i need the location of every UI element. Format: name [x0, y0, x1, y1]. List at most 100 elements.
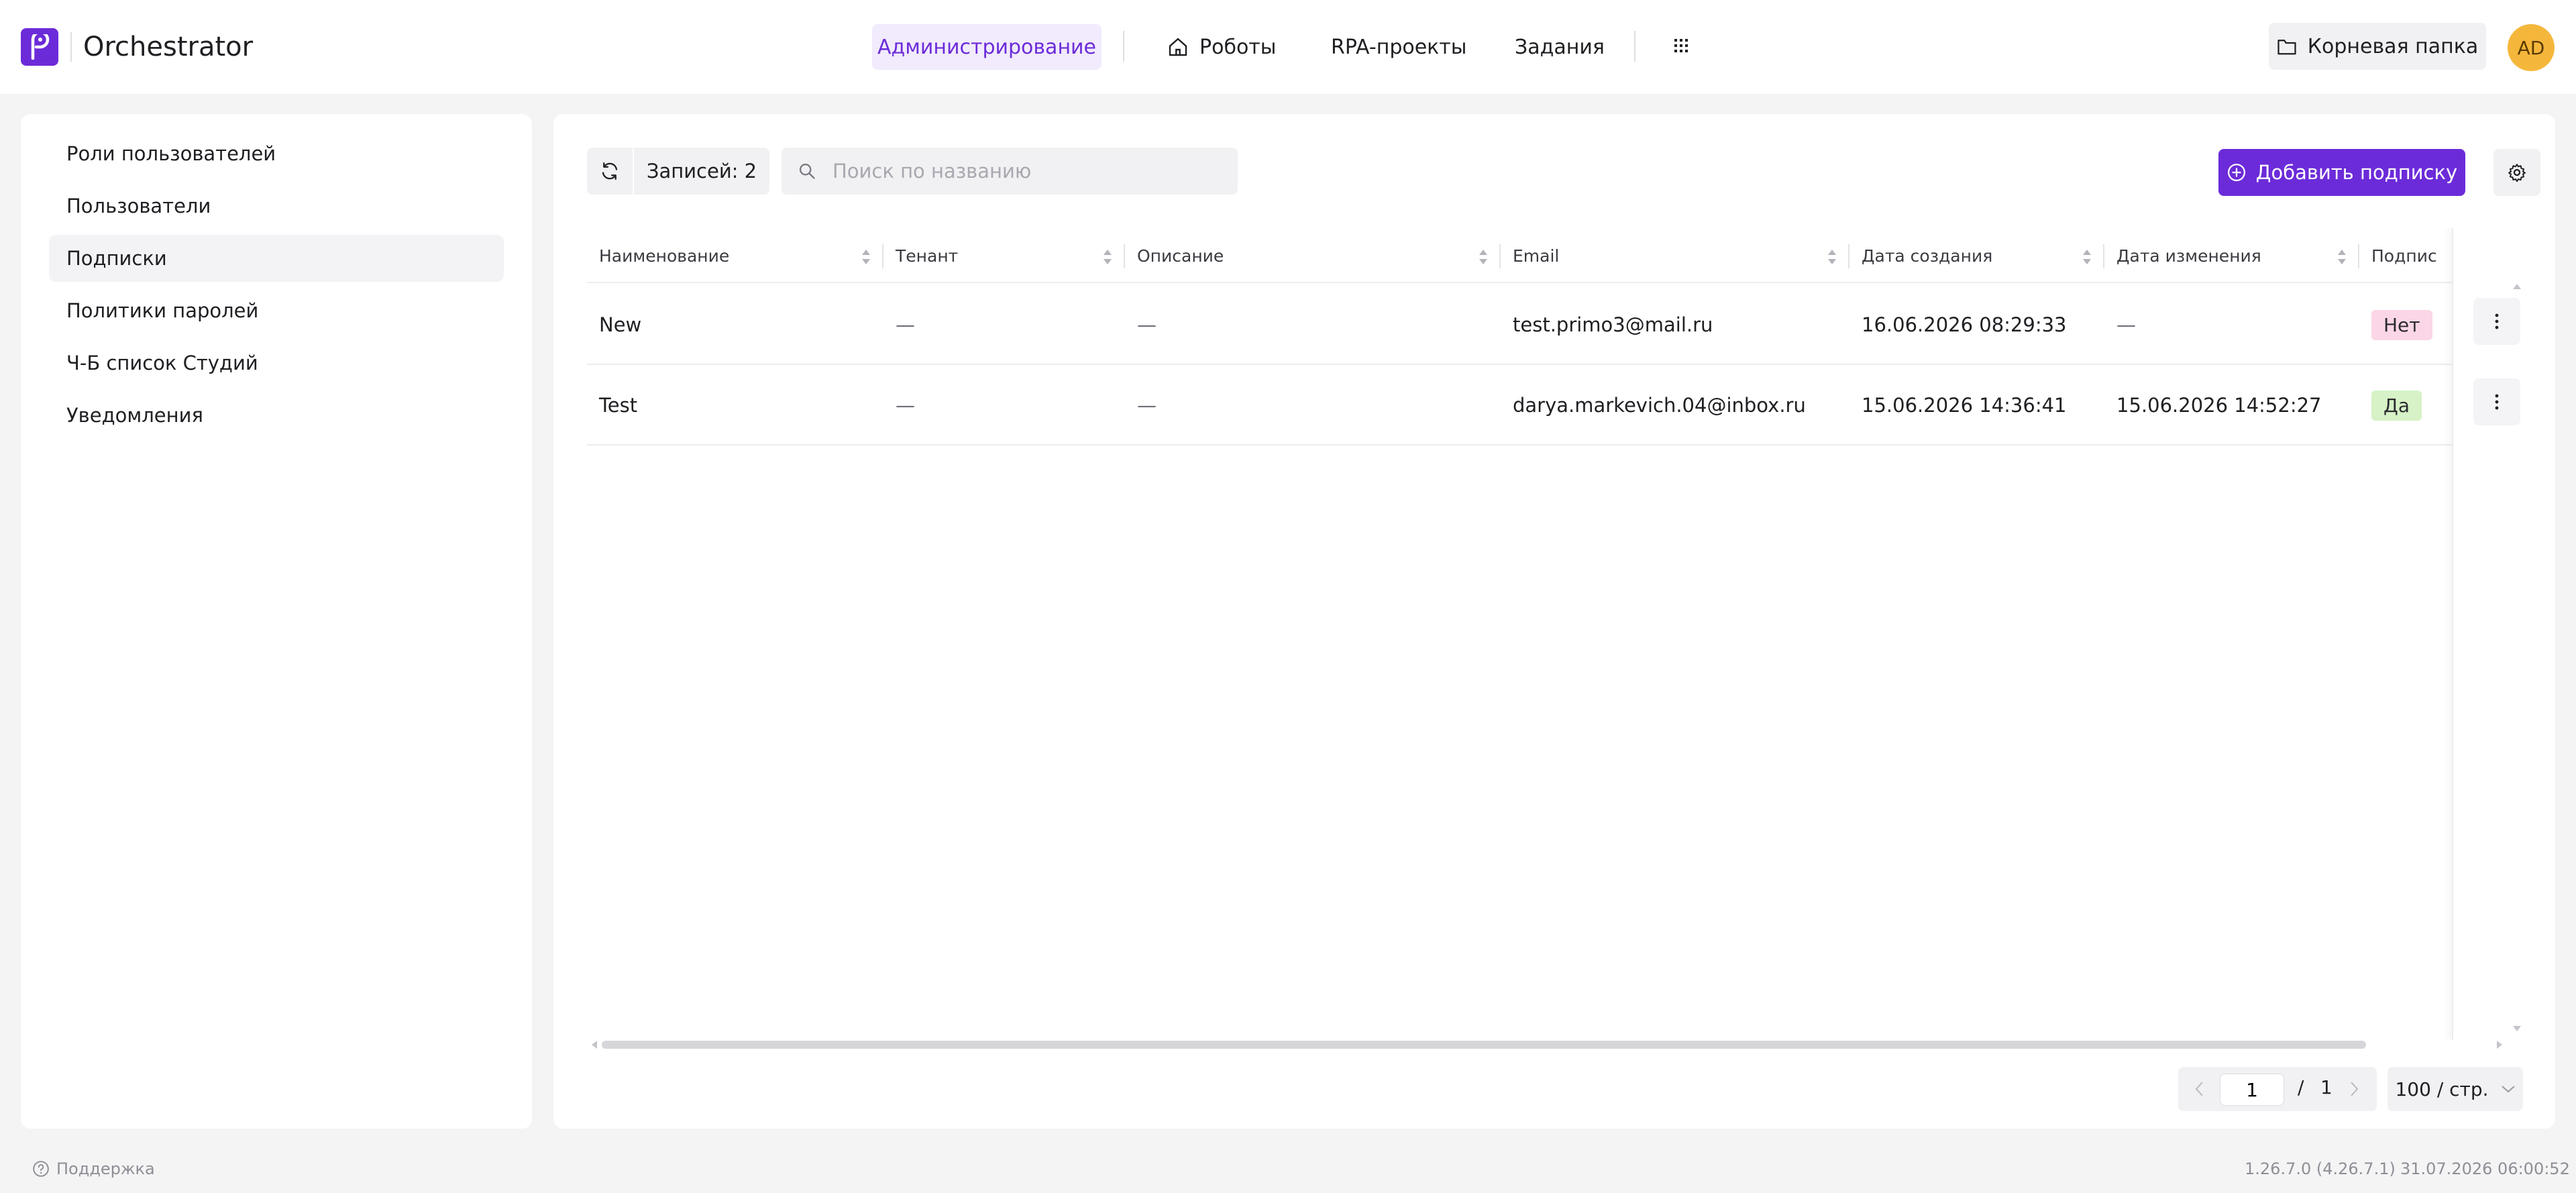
- subscriptions-table: Наименование Тенант Описание Email Дата …: [587, 228, 2532, 1040]
- status-badge: Нет: [2371, 309, 2432, 340]
- subscriptions-panel: Записей: 2 Добавить подписку Наименовани…: [553, 114, 2555, 1129]
- cell-name: Test: [599, 394, 638, 417]
- page-size-value: 100 / стр.: [2395, 1078, 2489, 1100]
- sidebar-item-password-policies[interactable]: Политики паролей: [49, 287, 504, 334]
- pagination: / 1: [2178, 1067, 2377, 1111]
- table-row[interactable]: New — — test.primo3@mail.ru 16.06.2026 0…: [587, 284, 2532, 365]
- app-version: 1.26.7.0 (4.26.7.1): [2245, 1159, 2396, 1178]
- sort-icon: [1828, 250, 1836, 264]
- row-actions-button[interactable]: [2473, 378, 2520, 425]
- refresh-button[interactable]: [587, 148, 633, 195]
- sort-icon: [2083, 250, 2091, 264]
- sidebar-item-notifications[interactable]: Уведомления: [49, 392, 504, 439]
- sort-icon: [1479, 250, 1487, 264]
- sidebar-item-user-roles[interactable]: Роли пользователей: [49, 130, 504, 177]
- logo-divider: [70, 32, 72, 62]
- total-pages: 1: [2320, 1076, 2332, 1098]
- chevron-right-icon[interactable]: [2349, 1080, 2359, 1098]
- grid-icon: [1674, 39, 1688, 52]
- nav-tasks[interactable]: Задания: [1515, 24, 1605, 70]
- nav-robots-label: Роботы: [1199, 35, 1277, 59]
- search-box[interactable]: [782, 148, 1238, 195]
- sidebar-item-users[interactable]: Пользователи: [49, 183, 504, 229]
- nav-divider: [1123, 31, 1124, 62]
- chevron-left-icon[interactable]: [2194, 1080, 2205, 1098]
- search-icon: [799, 163, 815, 179]
- cell-email: test.primo3@mail.ru: [1513, 313, 1713, 336]
- user-avatar[interactable]: AD: [2508, 24, 2555, 71]
- more-vertical-icon: [2495, 313, 2499, 329]
- table-row[interactable]: Test — — darya.markevich.04@inbox.ru 15.…: [587, 365, 2532, 446]
- top-header: Orchestrator Администрирование Роботы RP…: [0, 0, 2576, 94]
- home-icon: [1169, 38, 1187, 56]
- cell-tenant: —: [896, 313, 915, 336]
- logo-icon: [31, 34, 50, 60]
- nav-robots[interactable]: Роботы: [1167, 24, 1276, 70]
- nav-divider: [1634, 31, 1635, 62]
- chevron-down-icon: [2501, 1086, 2515, 1093]
- app-logo[interactable]: [21, 28, 58, 66]
- column-header-modified[interactable]: Дата изменения: [2104, 228, 2358, 283]
- nav-admin[interactable]: Администрирование: [872, 24, 1102, 70]
- scroll-up-icon[interactable]: [2512, 283, 2522, 290]
- search-input[interactable]: [833, 160, 1222, 183]
- status-badge: Да: [2371, 390, 2422, 421]
- table-settings-button[interactable]: [2493, 149, 2540, 196]
- apps-grid-button[interactable]: [1668, 32, 1695, 59]
- page-separator: /: [2298, 1076, 2304, 1098]
- folder-icon: [2277, 40, 2296, 55]
- nav-rpa-projects[interactable]: RPA-проекты: [1331, 24, 1466, 70]
- column-header-email[interactable]: Email: [1501, 228, 1848, 283]
- gear-icon: [2508, 164, 2526, 183]
- column-title: Наименование: [599, 246, 730, 266]
- cell-description: —: [1137, 313, 1157, 336]
- support-link[interactable]: Поддержка: [32, 1159, 155, 1178]
- cell-subscribed: Да: [2359, 365, 2422, 446]
- column-title: Дата создания: [1862, 246, 1993, 266]
- admin-sidebar: Роли пользователей Пользователи Подписки…: [21, 114, 532, 1129]
- table-header: Наименование Тенант Описание Email Дата …: [587, 228, 2532, 283]
- sort-icon: [2338, 250, 2346, 264]
- cell-created: 15.06.2026 14:36:41: [1862, 394, 2067, 417]
- column-title: Подпис: [2371, 246, 2437, 266]
- column-title: Тенант: [896, 246, 959, 266]
- root-folder-label: Корневая папка: [2307, 34, 2479, 58]
- row-actions-button[interactable]: [2473, 298, 2520, 345]
- scroll-down-icon[interactable]: [2512, 1025, 2522, 1032]
- records-count: Записей: 2: [634, 148, 769, 195]
- scroll-right-icon[interactable]: [2496, 1040, 2503, 1049]
- help-circle-icon: [33, 1161, 49, 1177]
- sort-icon: [1104, 250, 1112, 264]
- actions-column: [2452, 228, 2532, 1040]
- cell-tenant: —: [896, 394, 915, 417]
- more-vertical-icon: [2495, 394, 2499, 410]
- column-header-name[interactable]: Наименование: [587, 228, 882, 283]
- cell-email: darya.markevich.04@inbox.ru: [1513, 394, 1806, 417]
- refresh-icon: [602, 162, 618, 180]
- cell-modified: —: [2116, 313, 2136, 336]
- sort-icon: [862, 250, 870, 264]
- server-datetime: 31.07.2026 06:00:52: [2400, 1159, 2570, 1178]
- support-label: Поддержка: [56, 1159, 155, 1178]
- root-folder-button[interactable]: Корневая папка: [2269, 23, 2486, 70]
- cell-description: —: [1137, 394, 1157, 417]
- add-subscription-label: Добавить подписку: [2255, 161, 2458, 184]
- horizontal-scrollbar[interactable]: [602, 1041, 2366, 1049]
- column-title: Email: [1513, 246, 1560, 266]
- cell-name: New: [599, 313, 642, 336]
- column-header-description[interactable]: Описание: [1125, 228, 1499, 283]
- plus-circle-icon: [2227, 164, 2245, 181]
- column-title: Описание: [1137, 246, 1224, 266]
- column-header-tenant[interactable]: Тенант: [883, 228, 1124, 283]
- page-number-input[interactable]: [2220, 1074, 2284, 1106]
- sidebar-item-subscriptions[interactable]: Подписки: [49, 235, 504, 282]
- column-title: Дата изменения: [2116, 246, 2261, 266]
- add-subscription-button[interactable]: Добавить подписку: [2218, 149, 2465, 196]
- cell-modified: 15.06.2026 14:52:27: [2116, 394, 2322, 417]
- sidebar-item-studio-list[interactable]: Ч-Б список Студий: [49, 340, 504, 386]
- scroll-left-icon[interactable]: [591, 1040, 598, 1049]
- app-title: Orchestrator: [83, 32, 254, 62]
- page-size-select[interactable]: 100 / стр.: [2387, 1067, 2523, 1111]
- column-header-created[interactable]: Дата создания: [1849, 228, 2103, 283]
- cell-subscribed: Нет: [2359, 284, 2432, 365]
